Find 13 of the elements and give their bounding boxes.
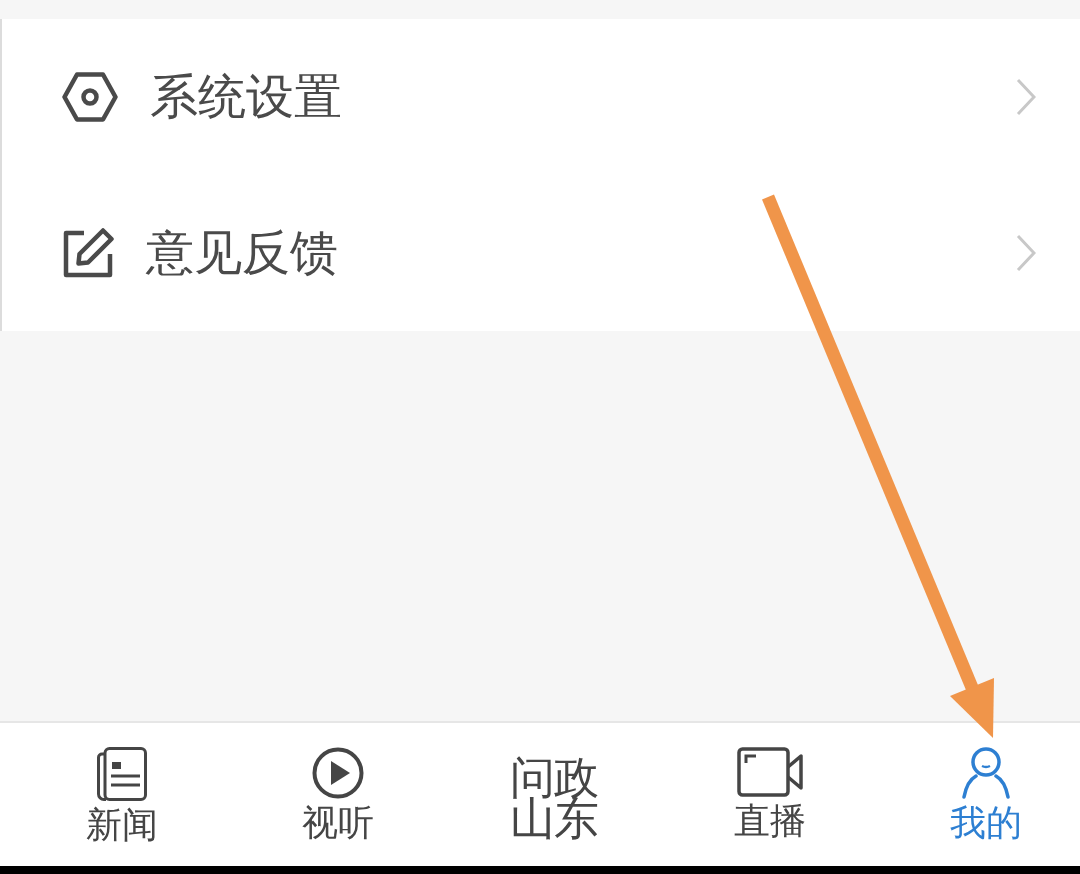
settings-icon [62,72,118,122]
person-icon [961,747,1011,799]
nav-tab[interactable]: 直播 [732,747,808,841]
video-camera-icon [737,747,803,797]
chevron-right-icon [1016,78,1036,116]
nav-tab[interactable]: 我的 [948,747,1024,843]
edit-icon [62,228,114,278]
chevron-right-icon [1016,234,1036,272]
play-icon [312,747,364,799]
newspaper-icon [97,747,147,801]
wenzheng-logo-tab[interactable]: 问政山东 [508,757,600,840]
nav-tab[interactable]: 新闻 [84,747,160,845]
nav-tab[interactable]: 视听 [300,747,376,843]
